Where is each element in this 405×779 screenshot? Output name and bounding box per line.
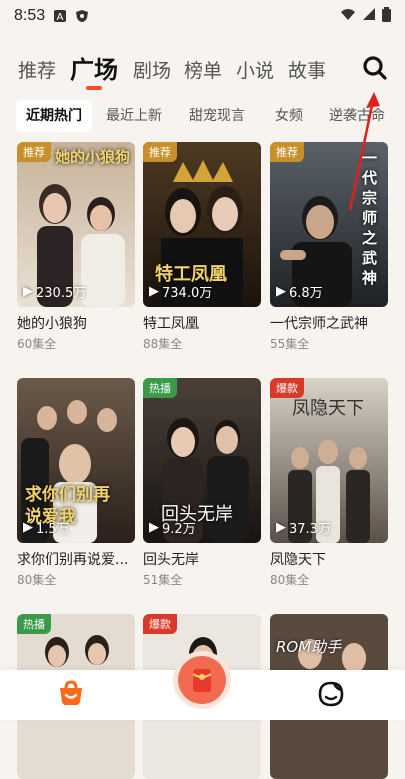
drama-card[interactable]: 爆款 凤隐天下 ▶ 37.3万 凤隐天下 80集全 (270, 378, 388, 588)
card-episodes: 55集全 (270, 337, 310, 351)
badge: 推荐 (17, 142, 51, 162)
badge: 推荐 (270, 142, 304, 162)
poster[interactable]: 推荐 特工凤凰 ▶ 734.0万 (143, 142, 261, 307)
poster[interactable]: 热播 回头无岸 ▶ 9.2万 (143, 378, 261, 543)
tab-novel[interactable]: 小说 (236, 56, 274, 83)
poster-title: 她的小狼狗 (55, 148, 131, 166)
chip-sweet-romance[interactable]: 甜宠现言 (189, 100, 245, 132)
status-time: 8:53 (14, 7, 46, 24)
smiley-profile-icon (318, 681, 344, 707)
drama-card[interactable]: 推荐 一代宗师之武神 ▶ 6.8万 一代宗师之武神 55集全 (270, 142, 388, 352)
card-title: 凤隐天下 (270, 552, 326, 568)
profile-button[interactable] (316, 680, 346, 712)
top-nav: 推荐 广场 剧场 榜单 小说 故事 (0, 50, 405, 90)
search-button[interactable] (361, 54, 389, 82)
bottom-bar (0, 651, 405, 720)
card-episodes: 80集全 (270, 573, 310, 587)
drama-card[interactable]: 求你们别再说爱我 ▶ 1.5万 求你们别再说爱... 80集全 (17, 378, 135, 588)
card-episodes: 80集全 (17, 573, 57, 587)
view-count: ▶ 734.0万 (149, 284, 213, 301)
drama-card[interactable]: 热播 回头无岸 ▶ 9.2万 回头无岸 51集全 (143, 378, 261, 588)
home-button[interactable] (56, 680, 86, 710)
poster[interactable]: 推荐 一代宗师之武神 ▶ 6.8万 (270, 142, 388, 307)
drama-card[interactable]: 推荐 特工凤凰 ▶ 734.0万 特工凤凰 88集全 (143, 142, 261, 352)
watermark: ROM助手 (276, 638, 342, 656)
poster[interactable]: 推荐 她的小狼狗 ▶ 230.5万 (17, 142, 135, 307)
card-title: 她的小狼狗 (17, 316, 87, 332)
view-count: ▶ 230.5万 (23, 284, 87, 301)
play-icon: ▶ (149, 284, 159, 299)
badge: 热播 (17, 614, 51, 634)
badge: 热播 (143, 378, 177, 398)
card-episodes: 88集全 (143, 337, 183, 351)
poster[interactable]: 爆款 凤隐天下 ▶ 37.3万 (270, 378, 388, 543)
tab-ranking[interactable]: 榜单 (184, 56, 222, 83)
search-icon (363, 56, 387, 80)
svg-text:A: A (57, 12, 64, 23)
category-chips: 近期热门 最近上新 甜宠现言 女频 逆袭古命 (0, 100, 405, 132)
tab-recommend[interactable]: 推荐 (18, 56, 56, 83)
wifi-icon (340, 7, 356, 25)
poster[interactable]: 求你们别再说爱我 ▶ 1.5万 (17, 378, 135, 543)
badge: 推荐 (143, 142, 177, 162)
red-packet-icon (173, 651, 231, 709)
chip-counterattack[interactable]: 逆袭古命 (329, 100, 385, 132)
card-episodes: 60集全 (17, 337, 57, 351)
poster-title: 凤隐天下 (292, 398, 364, 419)
red-packet-button[interactable] (172, 650, 232, 714)
play-icon: ▶ (149, 520, 159, 535)
tab-square[interactable]: 广场 (70, 50, 118, 85)
card-episodes: 51集全 (143, 573, 183, 587)
tab-story[interactable]: 故事 (288, 56, 326, 83)
tab-theater[interactable]: 剧场 (133, 56, 171, 83)
status-bar: 8:53 A (0, 0, 405, 32)
view-count: ▶ 1.5万 (23, 520, 70, 537)
play-icon: ▶ (276, 520, 286, 535)
poster-title: 一代宗师之武神 (362, 149, 378, 287)
view-count: ▶ 9.2万 (149, 520, 196, 537)
view-count: ▶ 37.3万 (276, 520, 331, 537)
drama-card[interactable]: 推荐 她的小狼狗 ▶ 230.5万 她的小狼狗 60集全 (17, 142, 135, 352)
card-title: 特工凤凰 (143, 316, 199, 332)
notification-a-icon: A (53, 9, 67, 23)
play-icon: ▶ (23, 520, 33, 535)
chip-female[interactable]: 女频 (275, 100, 303, 132)
chip-latest[interactable]: 最近上新 (106, 100, 162, 132)
play-icon: ▶ (276, 284, 286, 299)
card-title: 一代宗师之武神 (270, 316, 368, 332)
card-title: 回头无岸 (143, 552, 199, 568)
signal-icon (362, 7, 376, 25)
play-icon: ▶ (23, 284, 33, 299)
badge: 爆款 (143, 614, 177, 634)
chip-recent-hot[interactable]: 近期热门 (16, 100, 92, 132)
battery-icon (382, 6, 391, 26)
shield-icon (75, 9, 89, 23)
card-title: 求你们别再说爱... (17, 552, 129, 568)
view-count: ▶ 6.8万 (276, 284, 323, 301)
home-icon (60, 680, 82, 705)
active-tab-indicator (86, 86, 102, 90)
